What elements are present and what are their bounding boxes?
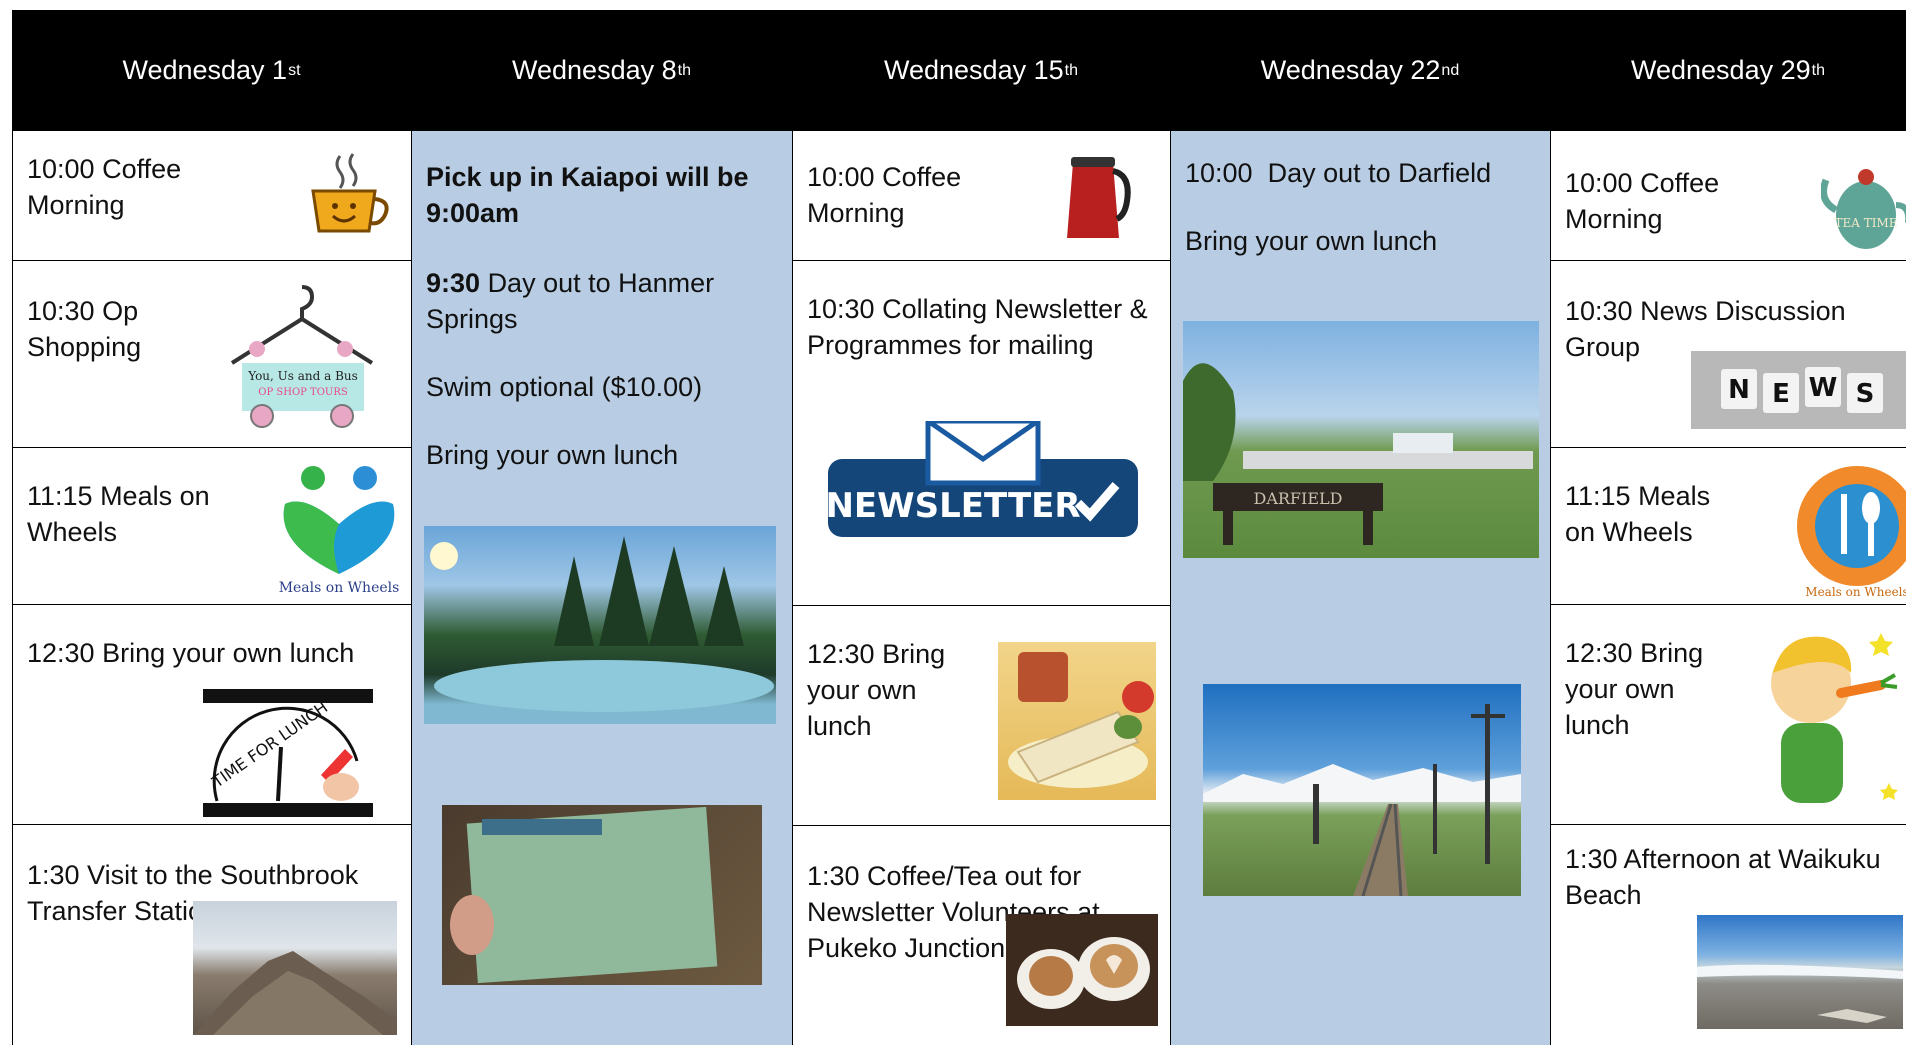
pickup-note: Pick up in Kaiapoi will be 9:00am [426,162,749,228]
beach-icon [1697,964,1903,1023]
lunch-wrap-photo [998,642,1156,800]
teapot-label: TEA TIME [1834,216,1897,230]
header-cell-1: Wednesday 1st [12,10,411,131]
header-day: Wednesday 22 [1260,55,1441,85]
column-wed-1: 10:00 Coffee Morning 10:30 Op Shopping Y… [12,131,411,1045]
cell-text: 12:30 Bring your own lunch [27,638,355,668]
schedule-table: Wednesday 1st Wednesday 8th Wednesday 15… [12,10,1906,1045]
cell-op-shopping: 10:30 Op Shopping You, Us and a Bus OP S… [13,261,411,448]
cell-text: 12:30 Bring your own lunch [807,639,946,741]
beach-photo [1697,915,1903,1029]
cell-text: 10:30 Op Shopping [27,296,142,362]
cell-meals-on-wheels: 11:15 Meals on Wheels Meals on Wheels [13,448,411,605]
cell-text: 10:00 Coffee Morning [807,162,962,228]
cell-text: 11:15 Meals on Wheels [27,481,210,547]
cell-text: 10:30 Collating Newsletter & Programmes … [807,294,1148,360]
header-cell-5: Wednesday 29th [1550,10,1906,131]
news-tile-letter: N [1728,375,1750,405]
news-tiles-photo: N E W S [1691,351,1906,429]
column-wed-22: 10:00 Day out to Darfield Bring your own… [1170,131,1550,1045]
railway-icon [1203,704,1521,896]
news-tile-letter: W [1809,373,1838,403]
cell-collating-newsletter: 10:30 Collating Newsletter & Programmes … [793,261,1170,606]
op-logo-text: OP SHOP TOURS [258,387,348,398]
cell-coffee-tea-out: 1:30 Coffee/Tea out for Newsletter Volun… [793,826,1170,1045]
header-day: Wednesday 8 [512,55,677,85]
header-suffix: th [677,61,691,79]
column-wed-8: Pick up in Kaiapoi will be 9:00am 9:30 D… [411,131,792,1045]
cell-coffee-morning: 10:00 Coffee Morning [793,131,1170,261]
bring-lunch-text: Bring your own lunch [1185,226,1438,256]
news-tile-letter: E [1772,379,1790,409]
meals-on-wheels-logo: Meals on Wheels [279,466,400,596]
header-suffix: th [1064,61,1078,79]
darfield-sign-icon: DARFIELD [1183,363,1533,545]
cell-news-discussion: 10:30 News Discussion Group N E W S [1551,261,1906,448]
op-shop-tours-logo: You, Us and a Bus OP SHOP TOURS [230,285,374,428]
header-suffix: th [1811,61,1825,79]
header-day: Wednesday 29 [1631,55,1811,85]
dayout-text: 9:30 Day out to Hanmer Springs [426,265,776,337]
cell-coffee-morning: 10:00 Coffee Morning [13,131,411,261]
cell-lunch: 12:30 Bring your own lunch [1551,605,1906,825]
rubble-photo [193,901,397,1035]
news-tile-letter: S [1856,379,1875,409]
cell-text: 10:00 Coffee Morning [27,154,182,220]
map-icon [450,806,718,984]
teapot-icon: TEA TIME [1821,169,1906,249]
cell-meals-on-wheels: 11:15 Meals on Wheels Meals on Wheels [1551,448,1906,605]
kettle-icon [1067,157,1131,238]
trail-map-photo [442,805,762,985]
cell-text: 11:15 Meals on Wheels [1565,481,1711,547]
bring-lunch-text: Bring your own lunch [426,440,679,470]
cell-text: 10:00 Coffee Morning [1565,168,1720,234]
news-tiles-icon: N E W S [1721,367,1883,413]
cell-waikuku-beach: 1:30 Afternoon at Waikuku Beach [1551,825,1906,1045]
rubble-icon [193,951,397,1035]
swim-text: Swim optional ($10.00) [426,372,703,402]
column-wed-15: 10:00 Coffee Morning 10:30 Collating New… [792,131,1170,1045]
header-cell-3: Wednesday 15th [792,10,1170,131]
dayout-time: 9:30 [426,268,481,298]
time-for-lunch-icon: TIME FOR LUNCH [203,689,373,817]
cell-coffee-morning: 10:00 Coffee Morning TEA TIME [1551,131,1906,261]
meals-on-wheels-plate-logo: Meals on Wheels [1797,466,1906,599]
railway-photo [1203,684,1521,896]
header-cell-2: Wednesday 8th [411,10,792,131]
pine-trees-icon [430,536,774,712]
wrap-icon [1008,652,1154,788]
header-suffix: nd [1441,61,1460,79]
coffee-cup-icon [311,153,389,233]
meals-logo-text: Meals on Wheels [279,580,400,596]
meals-logo-text: Meals on Wheels [1805,585,1906,599]
darfield-photo: DARFIELD [1183,321,1539,558]
cell-text: 12:30 Bring your own lunch [1565,638,1704,740]
header-day: Wednesday 15 [884,55,1064,85]
dayout-text: 10:00 Day out to Darfield [1185,158,1492,188]
coffee-cups-icon [1017,937,1150,1009]
newsletter-badge-text: NEWSLETTER [828,486,1081,526]
coffee-cups-photo [1006,914,1158,1026]
cell-lunch: 12:30 Bring your own lunch [793,606,1170,826]
cell-southbrook-visit: 1:30 Visit to the Southbrook Transfer St… [13,825,411,1045]
cell-lunch: 12:30 Bring your own lunch TIME FOR LUNC… [13,605,411,825]
op-logo-text: You, Us and a Bus [247,369,358,383]
darfield-sign-text: DARFIELD [1254,489,1343,508]
cell-text: 1:30 Afternoon at Waikuku Beach [1565,844,1881,910]
column-wed-29: 10:00 Coffee Morning TEA TIME 10:30 News… [1550,131,1906,1045]
header-suffix: st [288,61,301,79]
child-eating-icon [1771,633,1898,803]
header-day: Wednesday 1 [122,55,288,85]
newsletter-badge: NEWSLETTER [828,421,1138,537]
hot-pools-photo [424,526,776,724]
header-cell-4: Wednesday 22nd [1170,10,1550,131]
